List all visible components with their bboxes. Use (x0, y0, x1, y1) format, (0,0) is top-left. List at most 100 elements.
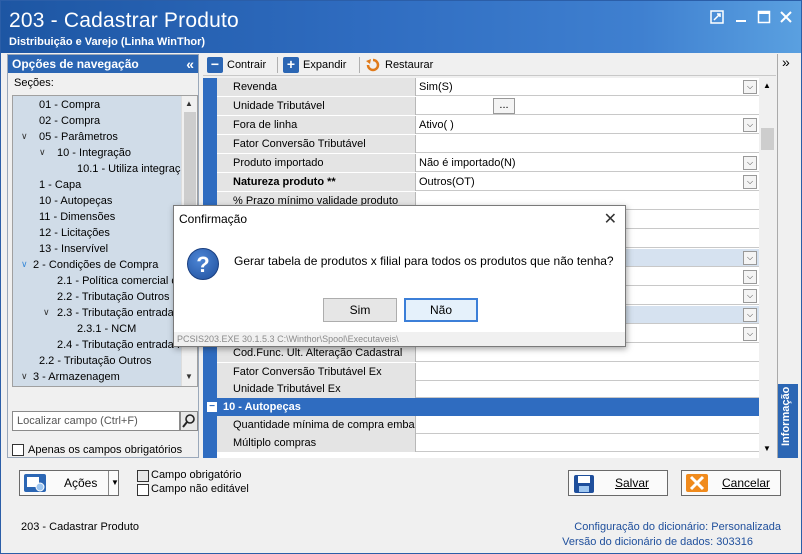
navigation-header: Opções de navegação « (8, 55, 198, 73)
tree-item[interactable]: 13 - Inservível (39, 241, 108, 257)
no-button[interactable]: Não (404, 298, 478, 322)
grid-row: Quantidade mínima de compra embala (217, 416, 759, 434)
collapse-section-icon[interactable]: − (207, 402, 217, 412)
scroll-up-icon[interactable]: ▲ (763, 81, 771, 90)
tree-item[interactable]: 10.1 - Utiliza integraçã (77, 161, 186, 177)
cancel-button[interactable]: Cancelar (681, 470, 781, 496)
tree-item[interactable]: 2.3.1 - NCM (77, 321, 136, 337)
grid-row-value[interactable] (417, 416, 759, 434)
scroll-up-icon[interactable]: ▲ (185, 99, 193, 108)
grid-row: Fator Conversão Tributável (217, 135, 759, 153)
chevron-down-icon[interactable]: ⌵ (743, 289, 757, 303)
only-required-checkbox[interactable] (12, 444, 24, 456)
grid-row-value[interactable]: Não é importado(N) ⌵ (417, 154, 759, 172)
sections-tree: 01 - Compra 02 - Compra ∨ 05 - Parâmetro… (12, 95, 198, 387)
tree-item[interactable]: 10 - Integração (57, 145, 131, 161)
grid-row-value[interactable]: Ativo( ) ⌵ (417, 116, 759, 134)
grid-row-value[interactable]: Sim(S) ⌵ (417, 78, 759, 96)
save-label: Salvar (615, 476, 650, 490)
resize-icon[interactable] (709, 10, 725, 24)
tree-item[interactable]: 2.2 - Tributação Outros (39, 353, 152, 369)
chevron-down-icon[interactable]: ⌵ (743, 80, 757, 94)
non-editable-legend-label: Campo não editável (151, 483, 249, 495)
tree-item[interactable]: 2.2 - Tributação Outros (57, 289, 170, 305)
collapse-button[interactable]: − Contrair (207, 56, 266, 74)
dialog-body: ? Gerar tabela de produtos x filial para… (174, 232, 625, 332)
grid-row-label: Revenda (217, 78, 416, 96)
chevron-down-icon[interactable]: ⌵ (743, 308, 757, 322)
search-field-input[interactable]: Localizar campo (Ctrl+F) (12, 411, 180, 431)
grid-row-value[interactable]: Outros(OT) ⌵ (417, 173, 759, 191)
grid-row: Fator Conversão Tributável Ex (217, 363, 759, 381)
chevron-down-icon[interactable]: ⌵ (743, 270, 757, 284)
info-panel[interactable]: » Informação (777, 54, 798, 458)
tree-item[interactable]: 01 - Compra (39, 97, 100, 113)
chevron-down-icon[interactable]: ⌵ (743, 175, 757, 189)
chevron-down-icon[interactable]: ▼ (111, 471, 119, 495)
chevron-down-icon[interactable]: ∨ (21, 259, 28, 270)
tree-item[interactable]: 2 - Condições de Compra (33, 257, 158, 273)
section-header-autopecas[interactable]: − 10 - Autopeças (203, 398, 759, 416)
chevron-down-icon[interactable]: ⌵ (743, 156, 757, 170)
scroll-down-icon[interactable]: ▼ (185, 372, 193, 381)
tree-item[interactable]: 10 - Autopeças (39, 193, 112, 209)
search-button[interactable] (180, 411, 198, 431)
dictionary-config: Configuração do dicionário: Personalizad… (574, 521, 781, 533)
grid-row-value[interactable] (417, 135, 759, 153)
grid-row-value[interactable] (417, 363, 759, 381)
chevron-down-icon[interactable]: ⌵ (743, 327, 757, 341)
grid-row: Revenda Sim(S) ⌵ (217, 78, 759, 96)
grid-row: Unidade Tributável ... (217, 97, 759, 115)
grid-toolbar: − Contrair + Expandir Restaurar (203, 54, 776, 76)
dialog-title-bar: Confirmação ✕ (174, 206, 625, 232)
chevron-down-icon[interactable]: ∨ (21, 131, 28, 142)
ellipsis-button[interactable]: ... (493, 98, 515, 114)
sections-label: Seções: (14, 77, 54, 89)
tree-item[interactable]: 2.1 - Política comercial cor (57, 273, 187, 289)
dictionary-version-value: 303316 (716, 536, 753, 548)
grid-row-label: Quantidade mínima de compra embala (217, 416, 416, 434)
split-divider (108, 471, 109, 495)
grid-row: Produto importado Não é importado(N) ⌵ (217, 154, 759, 172)
tree-background: 01 - Compra 02 - Compra ∨ 05 - Parâmetro… (13, 96, 187, 386)
info-tab-label: Informação (780, 386, 792, 446)
chevron-down-icon[interactable]: ∨ (39, 147, 46, 158)
collapse-panel-icon[interactable]: « (186, 55, 194, 73)
scroll-down-icon[interactable]: ▼ (763, 444, 771, 453)
chevron-down-icon[interactable]: ∨ (43, 307, 50, 318)
tree-item[interactable]: 2.4 - Tributação entrada I (57, 337, 180, 353)
tree-item[interactable]: 11 - Dimensões (39, 209, 115, 225)
restore-button[interactable]: Restaurar (365, 56, 433, 74)
chevron-down-icon[interactable]: ∨ (21, 371, 28, 382)
grid-row-value[interactable] (417, 434, 759, 452)
save-button[interactable]: Salvar (568, 470, 668, 496)
grid-row-label: Unidade Tributável (217, 97, 416, 115)
actions-button[interactable]: Ações ▼ (19, 470, 119, 496)
close-icon[interactable]: ✕ (604, 209, 617, 229)
expand-button[interactable]: + Expandir (283, 56, 346, 74)
tree-item[interactable]: 02 - Compra (39, 113, 100, 129)
dictionary-version-label: Versão do dicionário de dados: (562, 536, 714, 548)
tree-item[interactable]: 3 - Armazenagem (33, 369, 120, 385)
tree-item[interactable]: 12 - Licitações (39, 225, 110, 241)
tree-item[interactable]: 1 - Capa (39, 177, 81, 193)
expand-panel-icon[interactable]: » (782, 54, 790, 70)
grid-scrollbar[interactable]: ▲ ▼ (759, 78, 776, 458)
maximize-icon[interactable] (756, 10, 772, 24)
navigation-header-label: Opções de navegação (12, 57, 139, 71)
grid-row-value[interactable] (417, 380, 759, 398)
tree-item[interactable]: 2.3 - Tributação entrada (57, 305, 174, 321)
title-bar: 203 - Cadastrar Produto Distribuição e V… (1, 1, 801, 53)
dialog-message: Gerar tabela de produtos x filial para t… (234, 254, 614, 268)
chevron-down-icon[interactable]: ⌵ (743, 118, 757, 132)
search-icon (182, 414, 195, 428)
close-icon[interactable] (778, 10, 794, 24)
question-icon: ? (187, 248, 219, 280)
grid-scroll-thumb[interactable] (761, 128, 774, 150)
chevron-down-icon[interactable]: ⌵ (743, 251, 757, 265)
grid-row-value[interactable]: ... (417, 97, 759, 115)
tree-item[interactable]: 05 - Parâmetros (39, 129, 118, 145)
required-legend-box (137, 470, 149, 482)
yes-button[interactable]: Sim (323, 298, 397, 322)
minimize-icon[interactable] (733, 10, 749, 24)
